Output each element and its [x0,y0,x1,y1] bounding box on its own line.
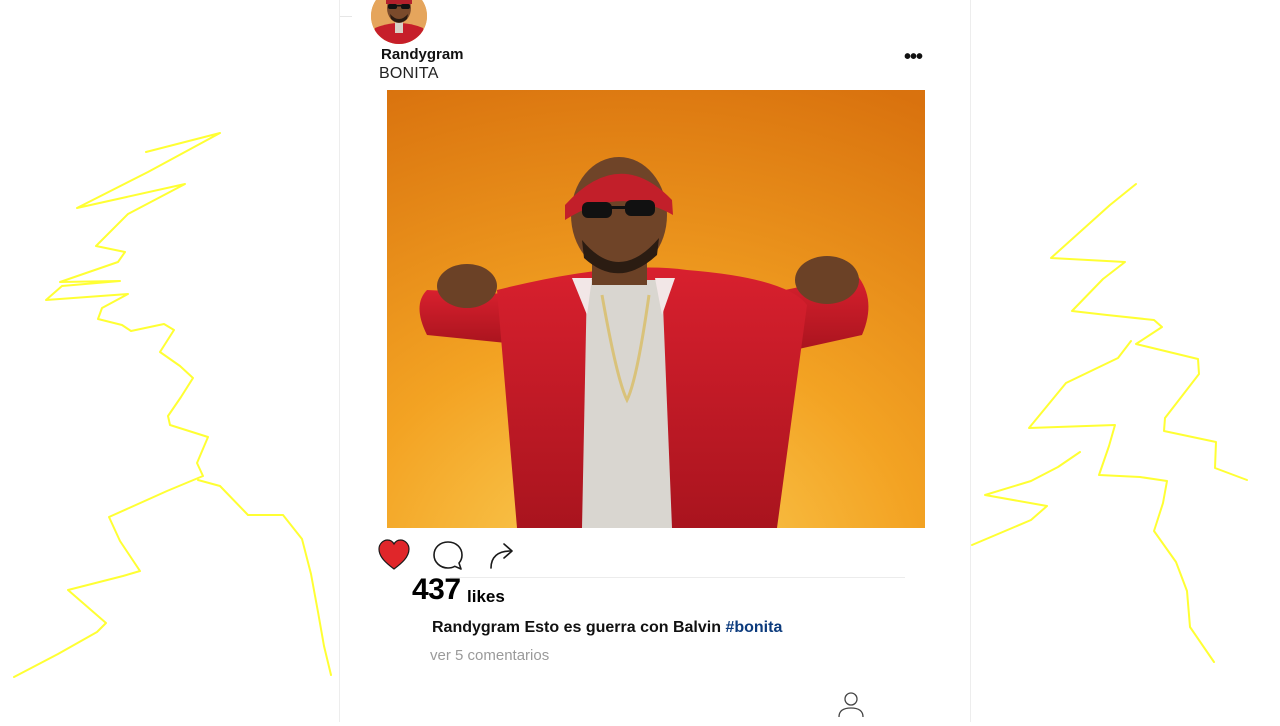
caption-username[interactable]: Randygram [432,619,520,636]
view-comments-link[interactable]: ver 5 comentarios [430,647,549,664]
post-image[interactable] [387,90,925,528]
share-icon[interactable] [484,536,520,574]
heart-icon[interactable] [376,536,412,574]
more-dots-icon[interactable]: ••• [904,46,923,69]
divider [340,16,352,17]
avatar[interactable] [371,0,427,44]
comment-icon[interactable] [430,536,466,574]
caption-text: Esto es guerra con Balvin [524,619,721,636]
post-image-illustration [387,90,925,528]
profile-icon[interactable] [836,691,866,721]
right-yellow-scribble [971,183,1248,663]
post-subtitle: BONITA [379,65,439,82]
instagram-post-card: Randygram BONITA ••• 437 likes Randygram… [339,0,971,722]
post-username[interactable]: Randygram [381,46,464,63]
divider [450,577,905,578]
left-yellow-scribble [13,132,332,678]
avatar-image [371,0,427,44]
caption-hashtag[interactable]: #bonita [725,619,782,636]
post-caption: Randygram Esto es guerra con Balvin #bon… [432,619,782,637]
likes-label: likes [467,587,505,606]
likes-count[interactable]: 437 [412,573,461,607]
